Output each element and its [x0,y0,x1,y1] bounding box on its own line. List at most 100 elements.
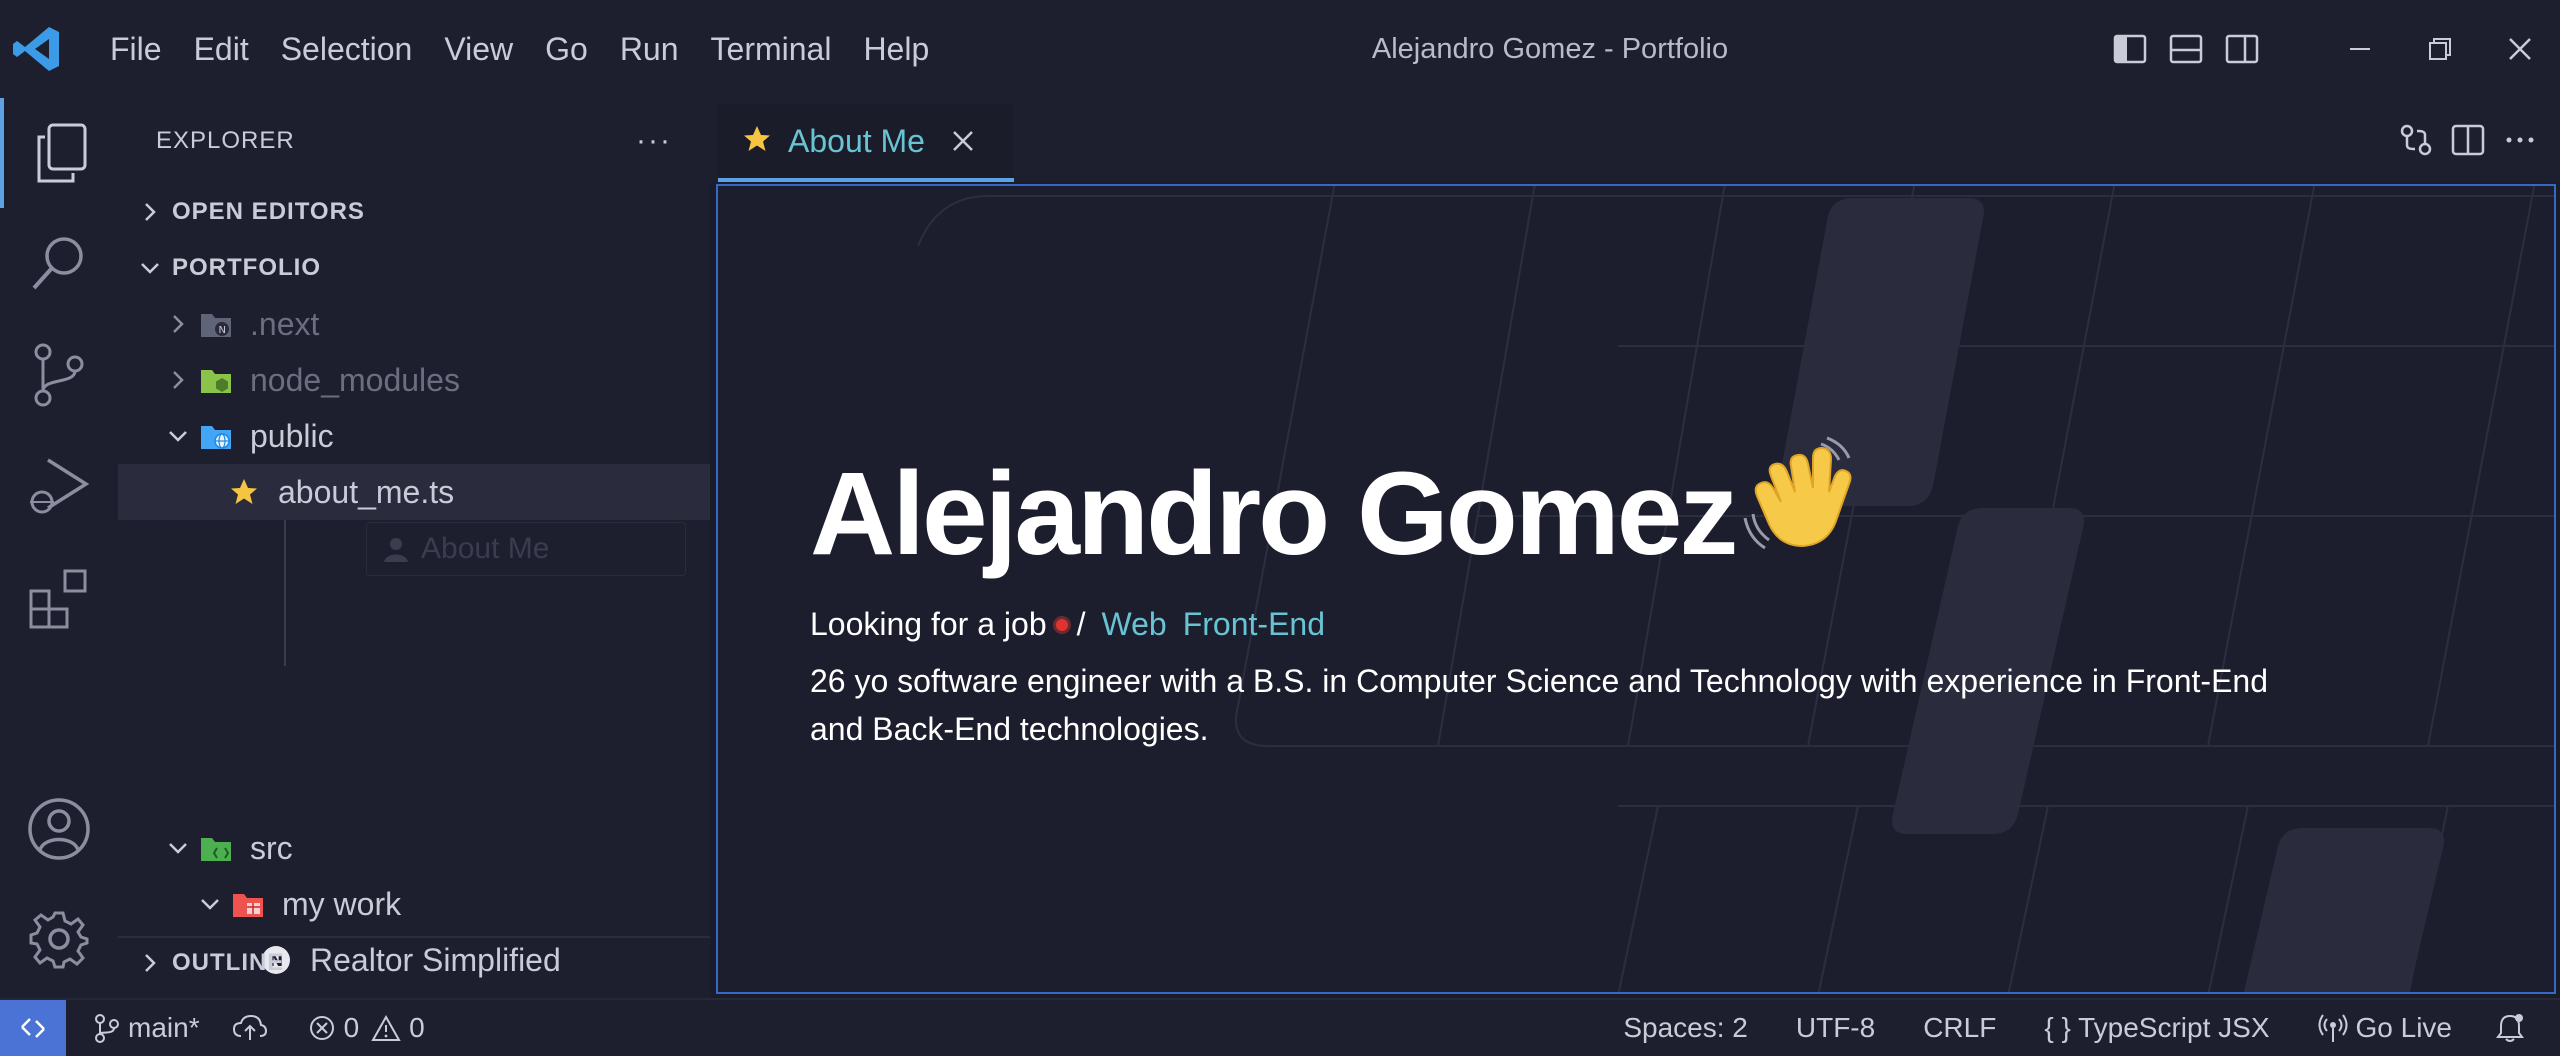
tab-label: About Me [788,122,925,159]
tag-front-end: Front-End [1182,606,1325,642]
job-separator: / [1076,606,1086,642]
editor-actions [2390,98,2546,182]
accounts-icon[interactable] [0,774,118,884]
tree-item-label: my work [282,885,402,922]
indentation-setting[interactable]: Spaces: 2 [1599,1012,1772,1044]
tree-item-about-me[interactable]: about_me.ts [118,464,710,520]
tree-item-my-work[interactable]: my work [118,876,710,932]
close-window-icon[interactable] [2480,0,2560,98]
menu-edit[interactable]: Edit [178,0,265,98]
explorer-icon[interactable] [0,98,118,208]
open-editors-section[interactable]: OPEN EDITORS [118,184,710,240]
chevron-down-icon [188,876,232,932]
warning-count: 0 [409,1012,425,1043]
tree-item-label: src [250,829,293,866]
menu-view[interactable]: View [428,0,529,98]
outline-label: OUTLINE [172,949,285,976]
tree-item-src[interactable]: src [118,820,710,876]
menu-selection[interactable]: Selection [265,0,429,98]
explorer-title: EXPLORER [156,127,295,154]
toggle-panel-icon[interactable] [2158,0,2214,98]
remote-indicator-icon[interactable] [0,1000,66,1056]
open-editors-label: OPEN EDITORS [172,198,365,225]
tree-item-label: node_modules [250,361,460,398]
menu-go[interactable]: Go [529,0,604,98]
node-folder-icon [200,364,232,396]
status-dot-icon [1052,615,1071,634]
branch-indicator[interactable]: main* [78,1012,216,1044]
run-debug-icon[interactable] [0,432,118,542]
menu-run[interactable]: Run [604,0,695,98]
drag-ghost-about-me: About Me [366,522,686,576]
tree-item-next[interactable]: N .next [118,296,710,352]
tree-item-public[interactable]: public [118,408,710,464]
next-folder-icon: N [200,308,232,340]
tab-bar: About Me [710,98,2560,182]
explorer-sidebar: EXPLORER ··· OPEN EDITORS PORTFOLIO N .n… [118,98,710,998]
chevron-right-icon [156,352,200,408]
more-actions-icon[interactable] [2494,98,2546,182]
workspace-label: PORTFOLIO [172,254,321,281]
hero-heading: Alejandro Gomez [810,436,2330,582]
tree-item-node-modules[interactable]: node_modules [118,352,710,408]
notifications-bell-icon[interactable] [2476,1013,2560,1043]
src-folder-icon [200,832,232,864]
hero-section: Alejandro Gomez Looking for a job / Web … [810,436,2330,753]
language-mode[interactable]: { } TypeScript JSX [2020,1012,2293,1044]
extensions-icon[interactable] [0,544,118,654]
minimize-icon[interactable] [2320,0,2400,98]
branch-label: main* [128,1012,200,1043]
chevron-right-icon [128,184,172,240]
bio-text: 26 yo software engineer with a B.S. in C… [810,663,2268,747]
tree-item-label: about_me.ts [278,473,455,510]
status-right: Spaces: 2 UTF-8 CRLF { } TypeScript JSX … [1599,1000,2560,1056]
open-changes-icon[interactable] [2390,98,2442,182]
chevron-down-icon [156,408,200,464]
star-icon [742,124,772,159]
tag-web: Web [1101,606,1167,642]
outline-section[interactable]: OUTLINE [118,936,710,988]
close-icon[interactable] [951,129,975,153]
portfolio-section[interactable]: PORTFOLIO [118,240,710,296]
toggle-secondary-sidebar-icon[interactable] [2214,0,2270,98]
chevron-down-icon [156,820,200,876]
eol-setting[interactable]: CRLF [1899,1012,2020,1044]
job-line: Looking for a job / Web Front-End [810,606,2330,643]
vscode-window: File Edit Selection View Go Run Terminal… [0,0,2560,1056]
error-count: 0 [343,1012,360,1043]
public-folder-icon [200,420,232,452]
explorer-header: EXPLORER ··· [118,98,710,184]
split-editor-icon[interactable] [2442,98,2494,182]
go-live-button[interactable]: Go Live [2294,1012,2477,1044]
waving-hand-icon [1741,436,1859,582]
about-me-page: Alejandro Gomez Looking for a job / Web … [716,184,2556,994]
search-icon[interactable] [0,208,118,318]
ghost-label: About Me [421,532,550,565]
settings-gear-icon[interactable] [0,884,118,994]
star-icon [228,476,260,508]
work-folder-icon [232,888,264,920]
tree-item-label: public [250,417,334,454]
vscode-logo-icon [0,0,74,98]
tab-about-me[interactable]: About Me [718,104,1014,182]
name-text: Alejandro Gomez [810,448,1738,580]
chevron-right-icon [128,935,172,991]
more-actions-icon[interactable]: ··· [636,124,672,158]
sync-icon[interactable] [216,1014,292,1042]
encoding-setting[interactable]: UTF-8 [1772,1012,1899,1044]
go-live-label: Go Live [2355,1012,2453,1043]
menu-file[interactable]: File [94,0,178,98]
title-actions [2102,0,2560,98]
title-bar: File Edit Selection View Go Run Terminal… [0,0,2560,98]
restore-icon[interactable] [2400,0,2480,98]
source-control-icon[interactable] [0,320,118,430]
status-bar: main* 0 0 Spaces: 2 UTF-8 CRLF { } TypeS… [0,998,2560,1056]
job-status-text: Looking for a job [810,606,1047,642]
toggle-primary-sidebar-icon[interactable] [2102,0,2158,98]
menu-help[interactable]: Help [847,0,945,98]
chevron-down-icon [128,240,172,296]
menu-terminal[interactable]: Terminal [695,0,848,98]
file-tree: N .next node_modules public about_me.ts [118,296,710,988]
problems-indicator[interactable]: 0 0 [292,1012,441,1044]
activity-bar [0,98,118,998]
